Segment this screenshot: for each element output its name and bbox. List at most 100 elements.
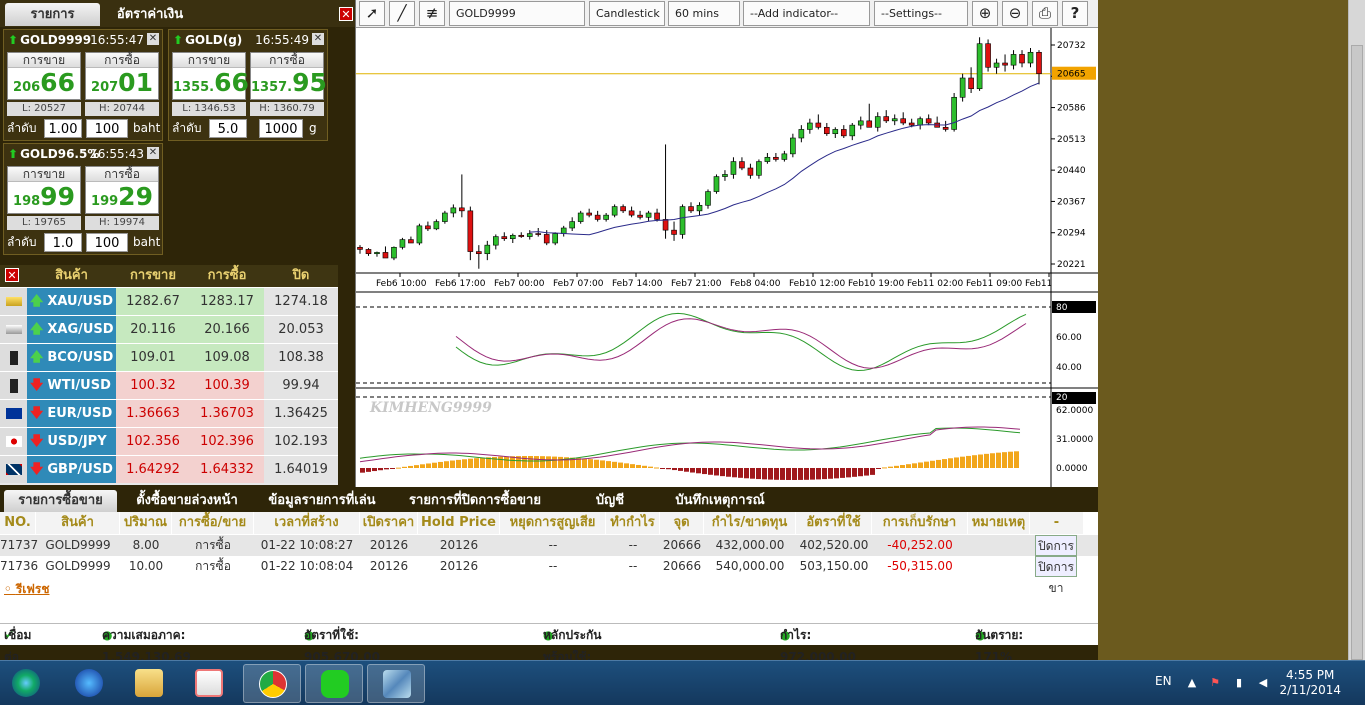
scrollbar-thumb[interactable]: [1351, 45, 1363, 660]
quote-bid[interactable]: 1.64292: [116, 456, 190, 483]
qty-input[interactable]: 1.0: [44, 233, 82, 252]
system-clock[interactable]: 4:55 PM 2/11/2014: [1279, 668, 1341, 698]
close-position-button[interactable]: ปิดการขา: [1035, 556, 1077, 595]
quote-ask[interactable]: 1283.17: [190, 288, 264, 315]
col-header[interactable]: หมายเหตุ: [968, 512, 1030, 534]
buy-box[interactable]: การซื้อ 20701: [85, 52, 159, 100]
taskbar-media[interactable]: [180, 664, 238, 703]
taskbar-explorer[interactable]: [120, 664, 178, 703]
refresh-link[interactable]: ◦ รีเฟรช: [4, 580, 50, 599]
col-header[interactable]: การซื้อ/ขาย: [172, 512, 254, 534]
quote-row[interactable]: 🡇 USD/JPY 102.356 102.396 102.193: [0, 427, 338, 455]
quote-bid[interactable]: 100.32: [116, 372, 190, 399]
close-icon[interactable]: ✕: [5, 268, 19, 282]
col-header[interactable]: หยุดการสูญเสีย: [500, 512, 606, 534]
lot-input[interactable]: 100: [86, 119, 128, 138]
tab-pending[interactable]: ตั้งซื้อขายล่วงหน้า: [122, 490, 252, 512]
quote-ask[interactable]: 100.39: [190, 372, 264, 399]
tab-play-data[interactable]: ข้อมูลรายการที่เล่น: [257, 490, 387, 512]
macd-histogram-bar: [738, 468, 743, 478]
buy-box[interactable]: การซื้อ 19929: [85, 166, 159, 214]
interval-select[interactable]: 60 mins: [668, 1, 740, 26]
chart-type-select[interactable]: Candlestick: [589, 1, 665, 26]
taskbar-trader[interactable]: [367, 664, 425, 703]
col-header[interactable]: สินค้า: [36, 512, 120, 534]
col-header[interactable]: จุด: [660, 512, 704, 534]
quote-row[interactable]: 🡇 WTI/USD 100.32 100.39 99.94: [0, 371, 338, 399]
volume-icon[interactable]: ◀: [1256, 676, 1270, 690]
quote-row[interactable]: 🡇 EUR/USD 1.36663 1.36703 1.36425: [0, 399, 338, 427]
close-icon[interactable]: ✕: [147, 33, 159, 45]
quote-row[interactable]: 🡅 XAG/USD 20.116 20.166 20.053: [0, 315, 338, 343]
zoom-out-icon[interactable]: ⊖: [1002, 1, 1028, 26]
candle: [798, 129, 805, 139]
qty-input[interactable]: 5.0: [209, 119, 247, 138]
quote-bid[interactable]: 102.356: [116, 428, 190, 455]
zoom-in-icon[interactable]: ⊕: [972, 1, 998, 26]
lot-input[interactable]: 100: [86, 233, 128, 252]
candlestick-chart[interactable]: 2073220659205862051320440203672029420221…: [356, 28, 1099, 487]
help-icon[interactable]: ?: [1062, 1, 1088, 26]
macd-histogram-bar: [726, 468, 731, 477]
vertical-scrollbar[interactable]: [1348, 0, 1365, 660]
col-header[interactable]: อัตราที่ใช้: [796, 512, 872, 534]
network-icon[interactable]: ▮: [1232, 676, 1246, 690]
table-row[interactable]: 71737 GOLD9999 8.00 การซื้อ 01-22 10:08:27 20…: [0, 535, 1098, 574]
col-header[interactable]: การเก็บรักษา: [872, 512, 968, 534]
quote-row[interactable]: 🡅 BCO/USD 109.01 109.08 108.38: [0, 343, 338, 371]
tab-events[interactable]: บันทึกเหตุการณ์: [660, 490, 780, 512]
quote-bid[interactable]: 1.36663: [116, 400, 190, 427]
candle: [849, 124, 856, 137]
quote-ask[interactable]: 109.08: [190, 344, 264, 371]
candle: [645, 212, 652, 218]
action-center-icon[interactable]: ⚑: [1208, 676, 1222, 690]
close-icon[interactable]: ✕: [312, 33, 324, 45]
start-button[interactable]: [2, 664, 54, 703]
quote-ask[interactable]: 20.166: [190, 316, 264, 343]
col-header[interactable]: -: [1030, 512, 1084, 534]
table-row[interactable]: 71736 GOLD9999 10.00 การซื้อ 01-22 10:08:04 2…: [0, 556, 1098, 595]
line-tool-icon[interactable]: ╱: [389, 1, 415, 26]
fibonacci-icon[interactable]: ≢: [419, 1, 445, 26]
symbol-select[interactable]: GOLD9999: [449, 1, 585, 26]
tab-trades[interactable]: รายการซื้อขาย: [4, 490, 117, 512]
close-icon[interactable]: ✕: [339, 7, 353, 21]
col-header[interactable]: ปริมาณ: [120, 512, 172, 534]
col-header[interactable]: ทำกำไร: [606, 512, 660, 534]
settings-select[interactable]: --Settings--: [874, 1, 968, 26]
tab-rates[interactable]: อัตราค่าเงิน: [100, 3, 200, 26]
col-header[interactable]: เวลาที่สร้าง: [254, 512, 360, 534]
sell-box[interactable]: การขาย 19899: [7, 166, 81, 214]
language-indicator[interactable]: EN: [1155, 674, 1172, 688]
quote-row[interactable]: 🡅 XAU/USD 1282.67 1283.17 1274.18: [0, 287, 338, 315]
tab-account[interactable]: บัญชี: [575, 490, 645, 512]
quote-ask[interactable]: 1.64332: [190, 456, 264, 483]
taskbar-chrome[interactable]: [243, 664, 301, 703]
show-hidden-icons[interactable]: ▲: [1185, 676, 1199, 690]
col-header[interactable]: กำไร/ขาดทุน: [704, 512, 796, 534]
tab-closed[interactable]: รายการที่ปิดการซื้อขาย: [395, 490, 555, 512]
col-header[interactable]: NO.: [0, 512, 36, 534]
col-header[interactable]: เปิดราคา: [360, 512, 418, 534]
quote-bid[interactable]: 109.01: [116, 344, 190, 371]
qty-input[interactable]: 1.00: [44, 119, 82, 138]
close-position-button[interactable]: ปิดการขา: [1035, 535, 1077, 574]
buy-box[interactable]: การซื้อ 1357.95: [250, 52, 327, 100]
quote-row[interactable]: 🡇 GBP/USD 1.64292 1.64332 1.64019: [0, 455, 338, 483]
taskbar-ie[interactable]: [60, 664, 118, 703]
pointer-icon[interactable]: ➚: [359, 1, 385, 26]
add-indicator-select[interactable]: --Add indicator--: [743, 1, 870, 26]
quote-bid[interactable]: 20.116: [116, 316, 190, 343]
quote-ask[interactable]: 1.36703: [190, 400, 264, 427]
col-header[interactable]: Hold Price: [418, 512, 500, 534]
sell-box[interactable]: การขาย 1355.66: [172, 52, 249, 100]
arrow-up-icon: ⬆: [8, 147, 19, 161]
quote-bid[interactable]: 1282.67: [116, 288, 190, 315]
tab-list[interactable]: รายการ: [5, 3, 100, 26]
lot-input[interactable]: 1000: [259, 119, 303, 138]
sell-box[interactable]: การขาย 20666: [7, 52, 81, 100]
close-icon[interactable]: ✕: [147, 147, 159, 159]
print-icon[interactable]: ⎙: [1032, 1, 1058, 26]
quote-ask[interactable]: 102.396: [190, 428, 264, 455]
taskbar-line[interactable]: [305, 664, 363, 703]
